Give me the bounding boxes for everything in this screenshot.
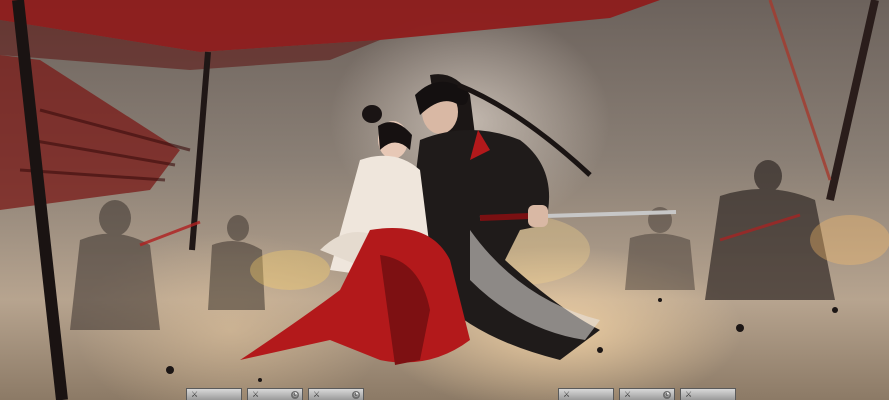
skill-slot-5[interactable]: ⚔ ◔ [619,388,675,400]
battle-artwork [0,0,889,400]
soldier-left [70,200,160,330]
tent-pole-right [826,0,879,201]
cooldown-icon: ◔ [291,391,299,399]
sword-icon: ⚔ [685,390,693,399]
sword-icon: ⚔ [563,390,571,399]
skill-slot-2[interactable]: ⚔ ◔ [247,388,303,400]
skill-slot-4[interactable]: ⚔ [558,388,614,400]
game-scene: ⚔ ⚔ ◔ ⚔ ◔ ⚔ ⚔ ◔ ⚔ [0,0,889,400]
cooldown-icon: ◔ [352,391,360,399]
skill-bar: ⚔ ⚔ ◔ ⚔ ◔ ⚔ ⚔ ◔ ⚔ [0,388,889,400]
cooldown-icon: ◔ [663,391,671,399]
sword-icon: ⚔ [624,390,632,399]
sword-icon: ⚔ [252,390,260,399]
skill-slot-6[interactable]: ⚔ [680,388,736,400]
skill-slot-3[interactable]: ⚔ ◔ [308,388,364,400]
sword-icon: ⚔ [191,390,199,399]
skill-slot-1[interactable]: ⚔ [186,388,242,400]
tent-pole-mid [189,51,211,251]
soldier-far-right [625,207,695,290]
sword-icon: ⚔ [313,390,321,399]
